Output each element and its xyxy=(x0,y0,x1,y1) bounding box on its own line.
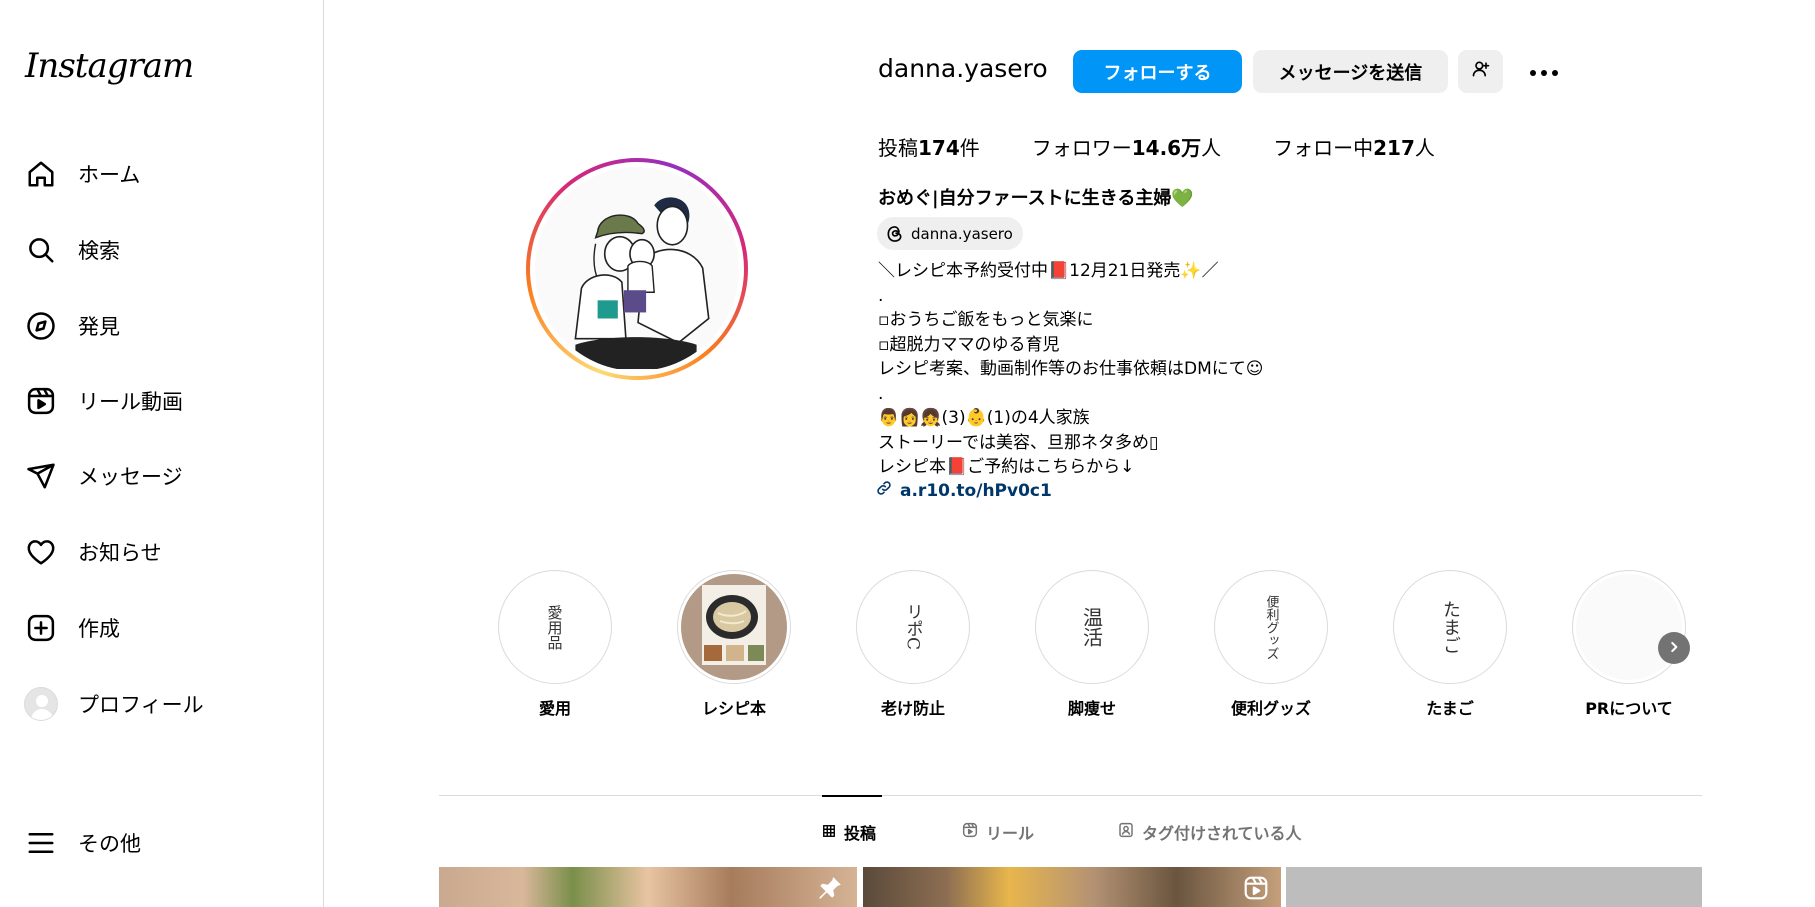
highlight-cover-text xyxy=(1576,574,1682,680)
bio-external-link[interactable]: a.r10.to/hPv0c1 xyxy=(876,480,1052,501)
threads-icon xyxy=(885,224,905,244)
post-thumbnail[interactable] xyxy=(1286,867,1702,907)
bio-line: ▫︎超脱力ママのゆる育児 xyxy=(878,334,1060,355)
post-thumbnail[interactable] xyxy=(863,867,1281,907)
follow-button[interactable]: フォローする xyxy=(1073,50,1242,93)
tab-reels[interactable]: リール xyxy=(962,820,1034,844)
highlight-aiyou[interactable]: 愛用品 愛用 xyxy=(497,570,613,719)
highlight-leg-slimming[interactable]: 温活 脚痩せ xyxy=(1034,570,1150,719)
threads-handle: danna.yasero xyxy=(911,224,1013,243)
sidebar-item-search[interactable]: 検索 xyxy=(14,222,304,278)
profile-illustration xyxy=(535,167,739,371)
sidebar-item-explore[interactable]: 発見 xyxy=(14,298,304,354)
posts-count: 投稿174件 xyxy=(878,136,980,160)
reel-indicator-icon xyxy=(1243,875,1269,905)
highlight-egg[interactable]: たまご たまご xyxy=(1392,570,1508,719)
followers-link[interactable]: フォロワー14.6万人 xyxy=(1032,132,1221,161)
sidebar-item-label: お知らせ xyxy=(78,541,162,565)
bio-line: ＼レシピ本予約受付中📕12月21日発売✨／ xyxy=(878,261,1219,281)
sidebar-item-label: 発見 xyxy=(78,315,120,339)
sidebar-item-label: その他 xyxy=(78,832,141,856)
sidebar-item-label: リール動画 xyxy=(78,390,183,414)
grid-icon xyxy=(822,823,844,842)
bio-line: . xyxy=(878,383,884,404)
threads-badge[interactable]: danna.yasero xyxy=(877,217,1023,250)
following-link[interactable]: フォロー中217人 xyxy=(1273,132,1435,161)
highlight-label: たまご xyxy=(1426,699,1474,718)
sidebar-item-create[interactable]: 作成 xyxy=(14,600,304,656)
bio-line: ▫︎おうちご飯をもっと気楽に xyxy=(878,310,1094,330)
sidebar-item-notifications[interactable]: お知らせ xyxy=(14,524,304,580)
more-options-button[interactable] xyxy=(1520,50,1568,93)
bio-line: . xyxy=(878,285,884,306)
tagged-icon xyxy=(1118,822,1142,842)
highlight-label: レシピ本 xyxy=(701,699,766,718)
highlight-recipe-book[interactable]: レシピ本 xyxy=(676,570,792,719)
suggested-users-button[interactable] xyxy=(1458,50,1503,93)
sidebar-item-profile[interactable]: プロフィール xyxy=(14,676,304,732)
highlight-cover-text: 温活 xyxy=(1039,574,1145,680)
tab-posts[interactable]: 投稿 xyxy=(822,820,876,844)
sidebar: Instagram ホーム 検索 発見 リール動画 メッセージ お知らせ 作成 … xyxy=(0,0,324,907)
bio-line: レシピ本📕ご予約はこちらから↓ xyxy=(878,457,1135,477)
highlight-label: 便利グッズ xyxy=(1230,699,1311,718)
highlight-label: PRについて xyxy=(1585,699,1673,718)
add-person-icon xyxy=(1471,59,1491,84)
reels-icon xyxy=(14,373,68,429)
compass-icon xyxy=(14,298,68,354)
instagram-logo[interactable]: Instagram xyxy=(25,46,194,86)
highlight-cover-text: リポC xyxy=(860,574,966,680)
avatar-icon xyxy=(14,676,68,732)
sidebar-item-home[interactable]: ホーム xyxy=(14,146,304,202)
sidebar-item-reels[interactable]: リール動画 xyxy=(14,373,304,429)
tab-label: 投稿 xyxy=(844,824,877,843)
profile-picture[interactable] xyxy=(526,158,748,380)
heart-icon xyxy=(14,524,68,580)
highlight-aging-prevention[interactable]: リポC 老け防止 xyxy=(855,570,971,719)
highlights-next-button[interactable] xyxy=(1658,632,1690,664)
highlight-handy-goods[interactable]: 便利グッズ 便利グッズ xyxy=(1213,570,1329,719)
plus-square-icon xyxy=(14,600,68,656)
tab-label: リール xyxy=(986,824,1035,843)
tab-label: タグ付けされている人 xyxy=(1142,824,1302,843)
home-icon xyxy=(14,146,68,202)
sidebar-item-label: メッセージ xyxy=(78,465,183,489)
search-icon xyxy=(14,222,68,278)
chevron-right-icon xyxy=(1667,639,1681,658)
highlight-cover-text: 愛用品 xyxy=(502,574,608,680)
link-icon xyxy=(876,480,900,501)
highlight-cover-text: 便利グッズ xyxy=(1218,574,1324,680)
sidebar-item-label: 検索 xyxy=(78,239,120,263)
sidebar-item-label: ホーム xyxy=(78,163,141,187)
tab-tagged[interactable]: タグ付けされている人 xyxy=(1118,820,1302,844)
tabs-divider xyxy=(439,795,1702,796)
sidebar-item-label: プロフィール xyxy=(78,693,204,717)
sidebar-item-messages[interactable]: メッセージ xyxy=(14,448,304,504)
active-tab-indicator xyxy=(822,795,882,797)
post-thumbnail[interactable] xyxy=(439,867,857,907)
message-button[interactable]: メッセージを送信 xyxy=(1253,50,1448,93)
sidebar-item-label: 作成 xyxy=(78,617,120,641)
highlight-label: 脚痩せ xyxy=(1067,699,1116,718)
highlight-cover-text: たまご xyxy=(1397,574,1503,680)
bio-line: 👨👩👧(3)👶(1)の4人家族 xyxy=(878,408,1090,428)
link-text: a.r10.to/hPv0c1 xyxy=(900,480,1052,501)
profile-bio: ＼レシピ本予約受付中📕12月21日発売✨／ . ▫︎おうちご飯をもっと気楽に ▫… xyxy=(878,259,1263,480)
profile-username: danna.yasero xyxy=(878,54,1048,83)
pin-icon xyxy=(817,875,843,905)
more-horizontal-icon xyxy=(1529,61,1559,82)
highlight-label: 愛用 xyxy=(538,699,571,718)
bio-line: ストーリーでは美容、旦那ネタ多め▯ xyxy=(878,432,1159,453)
bio-line: レシピ考案、動画制作等のお仕事依頼はDMにて☺ xyxy=(878,359,1264,379)
profile-display-name: おめぐ|自分ファーストに生きる主婦💚 xyxy=(878,188,1194,209)
menu-icon xyxy=(14,815,68,871)
reels-icon xyxy=(962,822,986,842)
profile-stats: 投稿174件 フォロワー14.6万人 フォロー中217人 xyxy=(878,132,1487,161)
sidebar-item-more[interactable]: その他 xyxy=(14,815,304,871)
highlight-label: 老け防止 xyxy=(880,699,945,718)
send-icon xyxy=(14,448,68,504)
highlight-cover-image xyxy=(681,574,787,680)
